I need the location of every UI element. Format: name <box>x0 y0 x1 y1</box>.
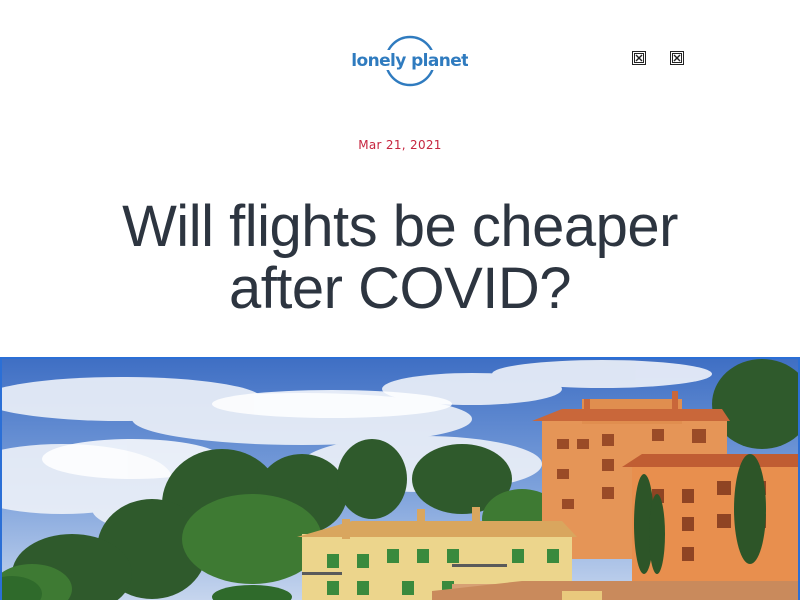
broken-image-icon[interactable] <box>670 51 684 65</box>
site-header: lonely planet <box>0 0 800 110</box>
hero-image[interactable] <box>0 357 800 600</box>
lonely-planet-logo[interactable]: lonely planet <box>352 34 468 90</box>
article-title: Will flights be cheaper after COVID? <box>122 194 678 321</box>
hero-photo <box>2 359 798 600</box>
broken-image-icon[interactable] <box>632 51 646 65</box>
page: lonely planet Mar 21, 2021 Will flights … <box>0 0 800 600</box>
logo-graphic: lonely planet <box>352 35 468 87</box>
article-date: Mar 21, 2021 <box>358 138 442 152</box>
logo-text: lonely planet <box>352 51 468 71</box>
